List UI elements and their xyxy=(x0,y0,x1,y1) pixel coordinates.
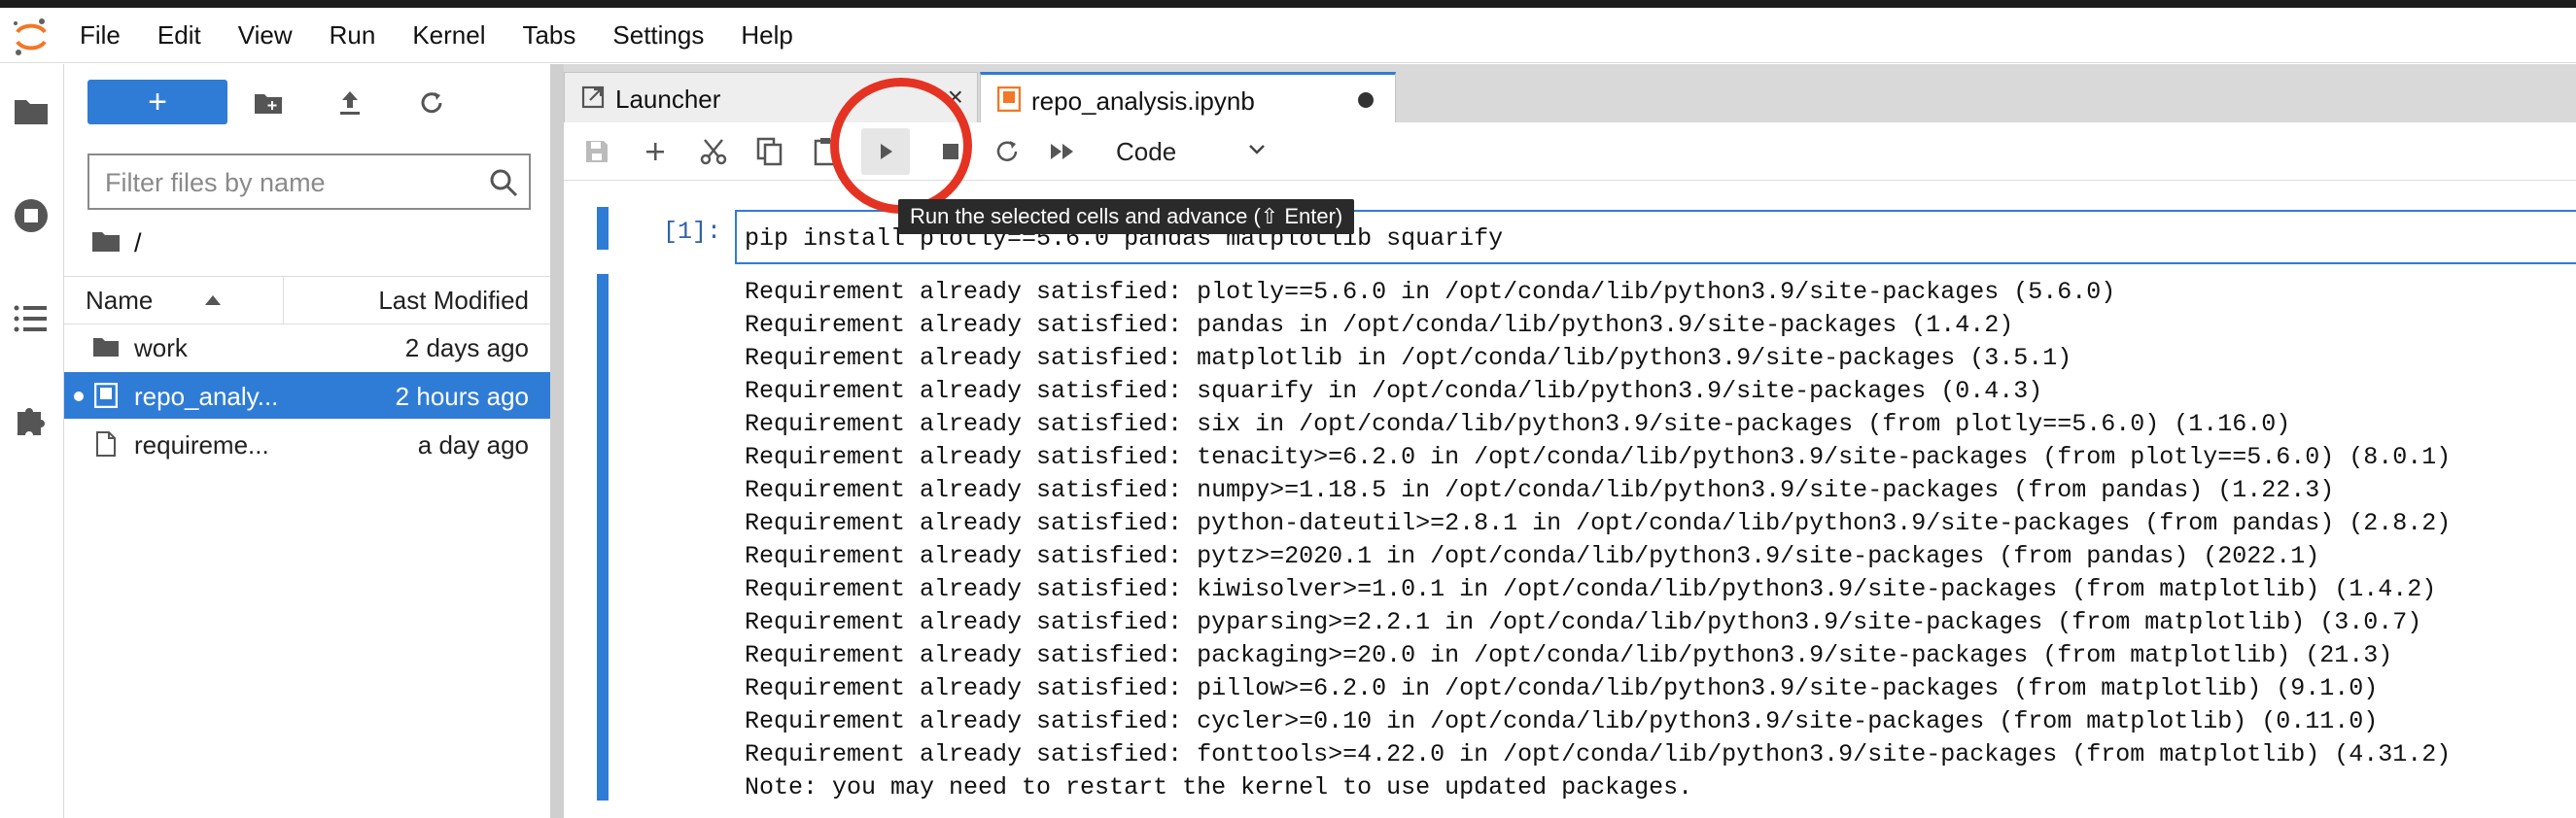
file-row-repo-analysis[interactable]: repo_analy... 2 hours ago xyxy=(64,372,552,419)
file-modified: 2 days ago xyxy=(404,333,529,362)
filter-files-box xyxy=(87,153,531,210)
tab-launcher[interactable]: Launcher × xyxy=(564,72,978,122)
output-line: Requirement already satisfied: tenacity>… xyxy=(745,443,2452,471)
output-line: Requirement already satisfied: python-da… xyxy=(745,509,2452,537)
output-line: Requirement already satisfied: packaging… xyxy=(745,641,2393,669)
toc-icon[interactable] xyxy=(10,297,52,340)
menu-bar: File Edit View Run Kernel Tabs Settings … xyxy=(0,8,2576,63)
output-collapser[interactable] xyxy=(597,274,609,801)
breadcrumb-root[interactable]: / xyxy=(134,228,142,258)
menu-file[interactable]: File xyxy=(80,20,121,51)
execution-prompt: [1]: xyxy=(663,218,722,246)
add-cell-icon[interactable] xyxy=(636,132,675,171)
output-line: Note: you may need to restart the kernel… xyxy=(745,773,1693,801)
tab-label: repo_analysis.ipynb xyxy=(1031,86,1255,116)
cut-icon[interactable] xyxy=(694,132,733,171)
file-name: repo_analy... xyxy=(134,382,279,411)
search-icon xyxy=(488,167,519,198)
notebook-icon xyxy=(996,86,1022,112)
column-name-label: Name xyxy=(86,285,154,315)
menu-tabs[interactable]: Tabs xyxy=(522,20,575,51)
input-collapser[interactable] xyxy=(597,207,609,250)
output-line: Requirement already satisfied: pyparsing… xyxy=(745,608,2422,636)
chevron-down-icon[interactable] xyxy=(1244,136,1270,161)
panel-resize-handle[interactable] xyxy=(550,64,564,818)
file-name: requireme... xyxy=(134,430,269,460)
file-name: work xyxy=(134,333,188,362)
output-line: Requirement already satisfied: matplotli… xyxy=(745,344,2072,372)
unsaved-changes-dot-icon[interactable] xyxy=(1358,92,1374,108)
run-button-tooltip: Run the selected cells and advance (⇧ En… xyxy=(898,199,1355,234)
output-line: Requirement already satisfied: pandas in… xyxy=(745,311,2014,339)
cell-output: Requirement already satisfied: plotly==5… xyxy=(745,276,2572,804)
column-header-last-modified[interactable]: Last Modified xyxy=(378,277,529,324)
new-launcher-button[interactable]: + xyxy=(87,80,227,124)
tab-label: Launcher xyxy=(615,85,721,114)
interrupt-kernel-icon[interactable] xyxy=(931,132,970,171)
output-line: Requirement already satisfied: kiwisolve… xyxy=(745,575,2437,603)
file-row-requirements[interactable]: requireme... a day ago xyxy=(64,421,552,467)
file-modified: a day ago xyxy=(417,430,529,460)
menu-run[interactable]: Run xyxy=(330,20,376,51)
folder-icon xyxy=(91,333,121,360)
menu-kernel[interactable]: Kernel xyxy=(412,20,485,51)
breadcrumb[interactable]: / xyxy=(91,223,142,262)
restart-run-all-icon[interactable] xyxy=(1044,132,1083,171)
file-browser-panel: + / Name Last Modified work 2 days ago xyxy=(64,64,552,818)
run-cell-icon[interactable] xyxy=(861,128,910,175)
copy-icon[interactable] xyxy=(750,132,789,171)
folder-icon[interactable] xyxy=(10,89,52,132)
menu-help[interactable]: Help xyxy=(741,20,792,51)
close-icon[interactable]: × xyxy=(948,84,963,111)
output-line: Requirement already satisfied: pillow>=6… xyxy=(745,674,2379,702)
notebook-icon xyxy=(91,382,121,409)
menu-edit[interactable]: Edit xyxy=(157,20,201,51)
filter-files-input[interactable] xyxy=(105,165,465,200)
menu-view[interactable]: View xyxy=(238,20,293,51)
file-listing-header: Name Last Modified xyxy=(64,276,552,324)
output-line: Requirement already satisfied: pytz>=202… xyxy=(745,542,2320,570)
running-icon[interactable] xyxy=(10,194,52,237)
notebook-panel: [1]: pip install plotly==5.6.0 pandas ma… xyxy=(564,181,2576,818)
refresh-icon[interactable] xyxy=(414,85,449,120)
menu-settings[interactable]: Settings xyxy=(612,20,704,51)
output-line: Requirement already satisfied: cycler>=0… xyxy=(745,707,2379,735)
jupyter-logo-icon xyxy=(10,16,52,58)
output-line: Requirement already satisfied: numpy>=1.… xyxy=(745,476,2335,504)
paste-icon[interactable] xyxy=(807,132,846,171)
window-top-strip xyxy=(0,0,2576,8)
new-launcher-label: + xyxy=(148,84,167,120)
running-indicator-dot xyxy=(74,392,84,401)
sort-ascending-icon xyxy=(205,295,222,305)
output-line: Requirement already satisfied: plotly==5… xyxy=(745,278,2116,306)
file-row-work[interactable]: work 2 days ago xyxy=(64,324,552,370)
file-modified: 2 hours ago xyxy=(395,382,529,411)
extension-icon[interactable] xyxy=(10,398,52,441)
breadcrumb-folder-icon xyxy=(91,229,121,257)
tab-bar: Launcher × repo_analysis.ipynb xyxy=(564,64,2576,122)
activity-bar xyxy=(0,64,64,818)
tab-repo-analysis[interactable]: repo_analysis.ipynb xyxy=(980,72,1396,122)
save-icon[interactable] xyxy=(577,132,616,171)
launcher-icon xyxy=(580,85,606,110)
output-line: Requirement already satisfied: squarify … xyxy=(745,377,2043,405)
new-folder-icon[interactable] xyxy=(251,85,286,120)
output-line: Requirement already satisfied: six in /o… xyxy=(745,410,2291,438)
notebook-toolbar: Code xyxy=(564,122,2576,181)
cell-type-value: Code xyxy=(1116,136,1177,166)
file-icon xyxy=(91,430,121,458)
upload-icon[interactable] xyxy=(332,85,367,120)
restart-kernel-icon[interactable] xyxy=(988,132,1027,171)
output-line: Requirement already satisfied: fonttools… xyxy=(745,740,2452,768)
column-header-name[interactable]: Name xyxy=(64,277,284,324)
